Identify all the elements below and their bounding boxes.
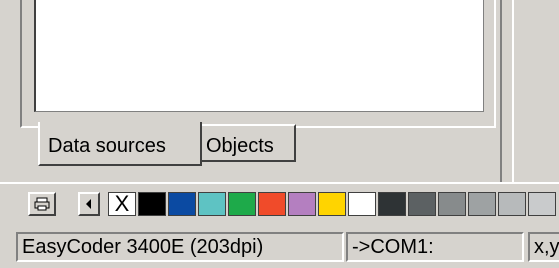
color-swatch-dark-gray[interactable] xyxy=(378,192,406,216)
color-swatch-white[interactable] xyxy=(348,192,376,216)
color-swatch-gray-5[interactable] xyxy=(528,192,556,216)
color-swatch-gray-2[interactable] xyxy=(438,192,466,216)
data-sources-panel[interactable] xyxy=(34,0,484,112)
color-swatch-cyan[interactable] xyxy=(198,192,226,216)
tab-objects[interactable]: Objects xyxy=(202,124,296,162)
no-color-icon: X xyxy=(114,191,130,216)
color-swatch-no-color[interactable]: X xyxy=(108,192,136,216)
printer-icon xyxy=(34,197,50,211)
status-coordinates: x,y xyxy=(528,232,559,262)
status-bar: EasyCoder 3400E (203dpi) ->COM1: x,y xyxy=(0,226,559,268)
vertical-splitter[interactable] xyxy=(500,0,514,182)
scroll-left-button[interactable] xyxy=(78,192,100,216)
color-swatch-blue[interactable] xyxy=(168,192,196,216)
color-palette: X xyxy=(108,192,558,216)
left-arrow-icon xyxy=(86,199,91,209)
color-swatch-purple[interactable] xyxy=(288,192,316,216)
color-swatch-gray-4[interactable] xyxy=(498,192,526,216)
status-port: ->COM1: xyxy=(346,232,524,262)
color-toolbar: X xyxy=(0,182,559,224)
data-pane xyxy=(20,0,496,128)
color-swatch-yellow[interactable] xyxy=(318,192,346,216)
color-swatch-red[interactable] xyxy=(258,192,286,216)
color-swatch-green[interactable] xyxy=(228,192,256,216)
left-strip xyxy=(0,0,10,182)
status-printer: EasyCoder 3400E (203dpi) xyxy=(16,232,344,262)
color-swatch-gray-1[interactable] xyxy=(408,192,436,216)
printer-button[interactable] xyxy=(28,192,56,216)
tab-data-sources[interactable]: Data sources xyxy=(38,122,202,166)
right-panel xyxy=(514,0,559,182)
color-swatch-gray-3[interactable] xyxy=(468,192,496,216)
color-swatch-black[interactable] xyxy=(138,192,166,216)
